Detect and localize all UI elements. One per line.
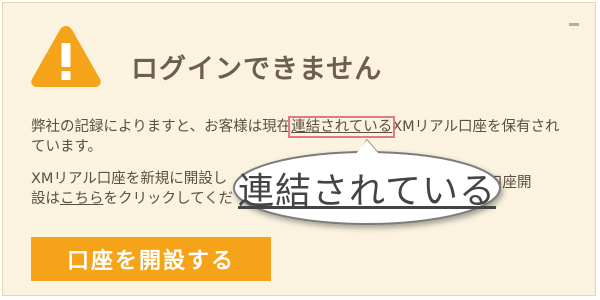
new-account-line-2-pre: 設は — [31, 191, 60, 207]
message-text-pre: 弊社の記録によりますと、お客様は現在 — [31, 119, 292, 135]
error-message: 弊社の記録によりますと、お客様は現在連結されているXMリアル口座を保有されていま… — [31, 116, 571, 157]
linked-status-highlight: 連結されている — [288, 116, 396, 138]
open-account-button[interactable]: 口座を開設する — [31, 237, 271, 281]
magnified-linked-text: 連結されている — [238, 171, 496, 212]
new-account-line-2-post: をクリックしてくだ — [103, 191, 234, 207]
magnified-text: 連結されている — [236, 155, 498, 221]
login-error-dialog: ログインできません 弊社の記録によりますと、お客様は現在連結されているXMリアル… — [2, 2, 596, 296]
here-link[interactable]: こちら — [60, 191, 104, 207]
warning-icon — [31, 26, 101, 87]
minimize-icon[interactable] — [569, 23, 579, 26]
dialog-title: ログインできません — [131, 54, 383, 85]
